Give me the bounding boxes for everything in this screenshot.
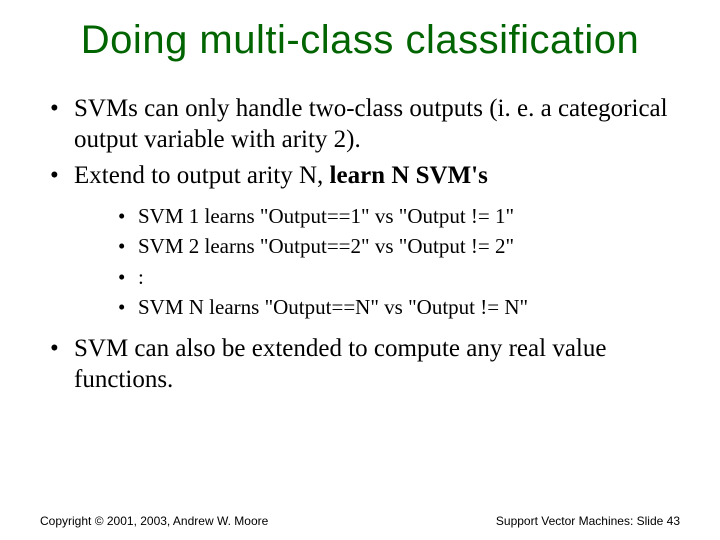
footer-copyright: Copyright © 2001, 2003, Andrew W. Moore (40, 514, 268, 528)
bullet-item: SVMs can only handle two-class outputs (… (46, 93, 680, 156)
footer-slide-number: Support Vector Machines: Slide 43 (496, 514, 680, 528)
bullet-list: SVMs can only handle two-class outputs (… (46, 93, 680, 395)
bullet-text: Extend to output arity N, (74, 162, 330, 189)
bullet-item: SVM can also be extended to compute any … (46, 333, 680, 396)
slide-title: Doing multi-class classification (40, 18, 680, 63)
bullet-item: Extend to output arity N, learn N SVM's … (46, 160, 680, 323)
slide-footer: Copyright © 2001, 2003, Andrew W. Moore … (40, 514, 680, 528)
sub-bullet-list: SVM 1 learns "Output==1" vs "Output != 1… (114, 201, 680, 323)
sub-bullet-item: SVM N learns "Output==N" vs "Output != N… (114, 292, 680, 322)
sub-bullet-item: SVM 1 learns "Output==1" vs "Output != 1… (114, 201, 680, 231)
sub-bullet-item: SVM 2 learns "Output==2" vs "Output != 2… (114, 231, 680, 261)
sub-bullet-item: : (114, 262, 680, 292)
bullet-text-bold: learn N SVM's (330, 162, 488, 189)
